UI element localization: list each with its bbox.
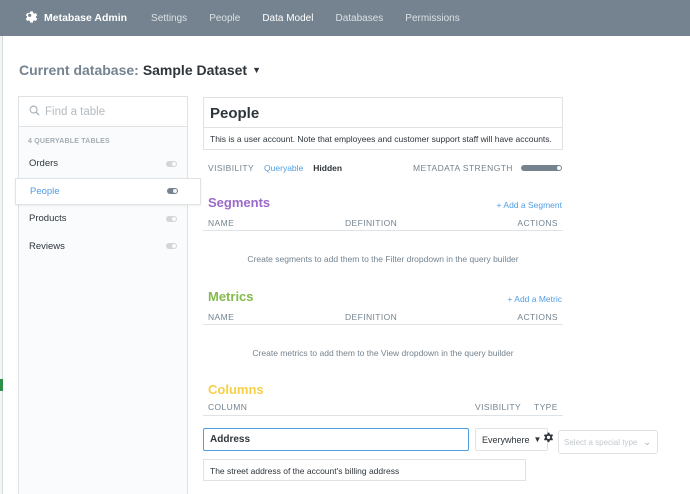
segments-column-headers: Name Definition Actions (203, 210, 563, 231)
segments-empty-message: Create segments to add them to the Filte… (247, 253, 519, 264)
table-detail: People This is a user account. Note that… (203, 97, 563, 416)
metrics-header: Metrics + Add a Metric (203, 284, 563, 304)
metrics-empty-message: Create metrics to add them to the View d… (252, 347, 514, 358)
table-item-label: Orders (29, 158, 59, 170)
segments-header-name: Name (208, 218, 235, 228)
add-segment-link[interactable]: + Add a Segment (497, 200, 562, 210)
add-metric-link[interactable]: + Add a Metric (507, 294, 562, 304)
search-icon (29, 103, 40, 121)
gear-icon[interactable] (542, 431, 555, 444)
columns-section: Columns Column Visibility Type (203, 382, 563, 416)
metrics-header-definition: Definition (345, 312, 398, 322)
chevron-down-icon: ▼ (533, 435, 542, 444)
segments-header-actions: Actions (517, 218, 558, 228)
visibility-toggle[interactable] (167, 188, 178, 195)
nav-link-settings[interactable]: Settings (151, 13, 187, 24)
visibility-toggle[interactable] (166, 215, 177, 222)
visibility-queryable-option[interactable]: Queryable (264, 163, 303, 173)
table-search (19, 97, 187, 127)
nav-links: Settings People Data Model Databases Per… (151, 13, 482, 24)
special-type-select[interactable]: Select a special type ⌄ (558, 430, 658, 454)
metrics-section: Metrics + Add a Metric Name Definition A… (203, 284, 563, 371)
queryable-tables-title: 4 Queryable Tables (28, 138, 110, 145)
segments-section: Segments + Add a Segment Name Definition… (203, 190, 563, 277)
database-name: Sample Dataset (142, 62, 248, 78)
metrics-column-headers: Name Definition Actions (203, 304, 563, 325)
visibility-row: Visibility Queryable Hidden Metadata Str… (203, 158, 563, 178)
special-type-placeholder: Select a special type (564, 437, 638, 447)
database-selector[interactable]: Current database: Sample Dataset ▼ (19, 62, 261, 78)
table-item-label: People (30, 185, 60, 197)
columns-title: Columns (208, 382, 264, 397)
columns-header-visibility: Visibility (475, 402, 522, 412)
nav-link-data-model[interactable]: Data Model (262, 13, 313, 24)
column-visibility-value: Everywhere (482, 434, 530, 445)
nav-link-databases[interactable]: Databases (335, 13, 383, 24)
segments-header: Segments + Add a Segment (203, 190, 563, 210)
chevron-down-icon: ▼ (252, 65, 262, 75)
chevron-down-icon: ⌄ (643, 437, 651, 447)
column-name-input[interactable] (203, 428, 469, 451)
segments-header-definition: Definition (345, 218, 398, 228)
columns-header-type: Type (534, 402, 558, 412)
table-item-label: Products (29, 213, 67, 225)
visibility-toggle[interactable] (166, 160, 177, 167)
visibility-toggle[interactable] (166, 243, 177, 250)
table-list: Orders People Products Reviews (15, 150, 201, 261)
metadata-strength-label: Metadata Strength (413, 163, 513, 173)
segments-title: Segments (208, 195, 271, 210)
database-label: Current database: (19, 62, 139, 78)
table-description-field[interactable]: This is a user account. Note that employ… (203, 127, 563, 150)
metrics-title: Metrics (208, 289, 254, 304)
metadata-strength-bar (521, 165, 562, 171)
column-visibility-select[interactable]: Everywhere ▼ (475, 428, 548, 451)
nav-link-people[interactable]: People (209, 13, 240, 24)
window-edge-mark (0, 379, 3, 391)
gear-logo-icon (22, 8, 38, 29)
window-edge (0, 36, 3, 494)
table-item-orders[interactable]: Orders (19, 150, 187, 178)
table-name-field[interactable]: People (203, 97, 563, 127)
metrics-header-actions: Actions (517, 312, 558, 322)
columns-column-headers: Column Visibility Type (203, 398, 563, 416)
table-item-label: Reviews (29, 240, 65, 252)
brand[interactable]: Metabase Admin (22, 8, 127, 29)
table-item-reviews[interactable]: Reviews (19, 233, 187, 261)
top-nav: Metabase Admin Settings People Data Mode… (0, 0, 690, 36)
visibility-label: Visibility (208, 163, 255, 173)
metrics-header-name: Name (208, 312, 235, 322)
column-description-field[interactable]: The street address of the account's bill… (203, 459, 526, 481)
table-item-products[interactable]: Products (19, 205, 187, 233)
nav-link-permissions[interactable]: Permissions (405, 13, 459, 24)
tables-sidebar: 4 Queryable Tables Orders People Product… (15, 96, 201, 494)
visibility-hidden-option[interactable]: Hidden (313, 163, 342, 173)
columns-header-column: Column (208, 402, 248, 412)
table-item-people[interactable]: People (15, 177, 201, 205)
table-search-input[interactable] (45, 105, 175, 118)
brand-name: Metabase Admin (44, 12, 128, 24)
